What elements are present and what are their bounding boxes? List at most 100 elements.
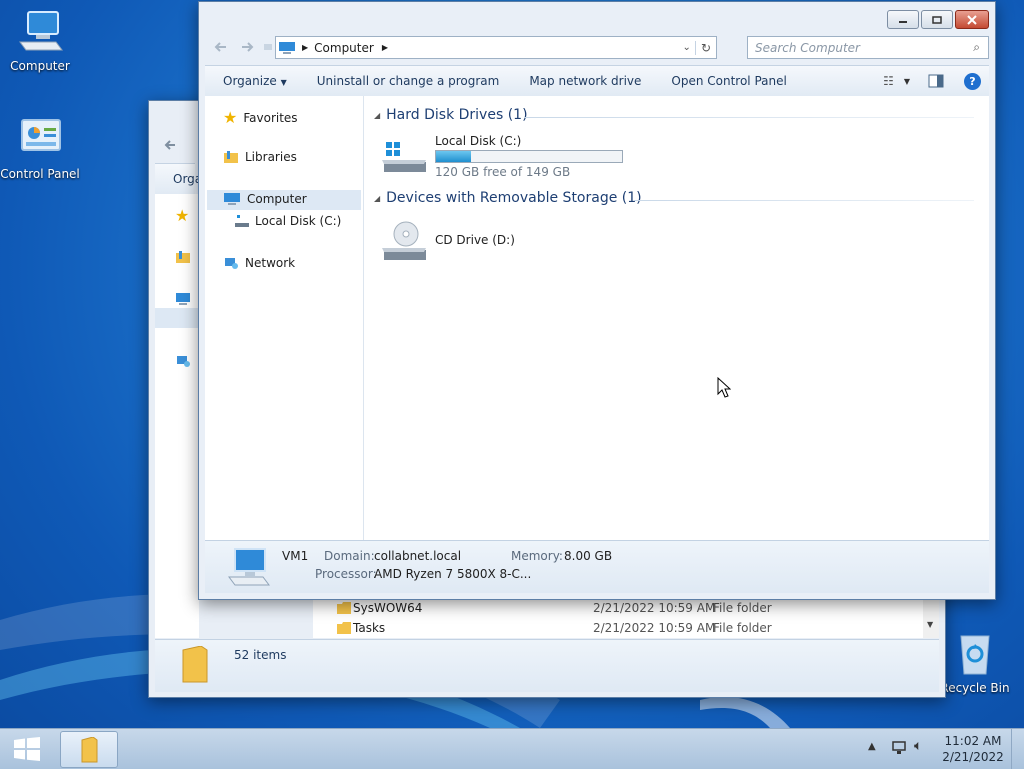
favorites-star-icon[interactable]: ★: [175, 206, 189, 225]
nav-item-network[interactable]: Network: [223, 256, 295, 270]
clock[interactable]: 11:02 AM 2/21/2022: [938, 733, 1008, 765]
group-header-hard-disks[interactable]: ◢ Hard Disk Drives (1): [374, 107, 528, 123]
collapse-triangle-icon[interactable]: ◢: [374, 111, 380, 120]
back-arrow-icon[interactable]: [163, 137, 179, 153]
local-disk-icon: [235, 215, 249, 227]
desktop-icon-label: Recycle Bin: [940, 681, 1010, 695]
group-title: Devices with Removable Storage (1): [386, 190, 642, 206]
show-desktop-button[interactable]: [1011, 729, 1024, 769]
drive-usage-bar: [435, 150, 623, 163]
favorites-star-icon: ★: [223, 108, 238, 127]
nav-item-libraries[interactable]: Libraries: [223, 150, 297, 164]
view-options-chevron-icon[interactable]: ▼: [904, 77, 910, 86]
help-icon[interactable]: ?: [964, 72, 981, 90]
collapse-triangle-icon[interactable]: ◢: [374, 194, 380, 203]
change-view-icon[interactable]: ☷: [883, 74, 894, 88]
recent-pages-icon[interactable]: [263, 40, 273, 54]
hard-drive-icon: [382, 142, 426, 172]
group-divider: [524, 117, 974, 118]
file-date: 2/21/2022 10:59 AM: [593, 601, 716, 615]
vertical-scrollbar[interactable]: ▼: [923, 598, 939, 638]
recycle-bin-icon: [960, 635, 990, 675]
memory-label: Memory:: [511, 549, 563, 563]
taskbar-explorer-button[interactable]: [60, 731, 118, 768]
computer-explorer-window[interactable]: ▶ Computer ▶ ⌄ ↻ Search Computer ⌕ Organ…: [198, 1, 996, 600]
file-name: SysWOW64: [353, 601, 423, 615]
processor-label: Processor:: [315, 567, 377, 581]
open-control-panel-button[interactable]: Open Control Panel: [656, 74, 801, 88]
nav-item-computer-content: Computer: [223, 192, 307, 206]
search-input[interactable]: Search Computer ⌕: [747, 36, 989, 59]
nav-label: Local Disk (C:): [255, 214, 342, 228]
start-button[interactable]: [6, 734, 48, 764]
folder-icon: [337, 602, 351, 614]
clock-date: 2/21/2022: [942, 750, 1004, 764]
table-row[interactable]: Tasks 2/21/2022 10:59 AM File folder: [313, 618, 923, 638]
network-tray-icon[interactable]: [892, 741, 908, 755]
desktop-icon-label: Computer: [10, 59, 70, 73]
libraries-icon: [224, 151, 238, 163]
memory-value: 8.00 GB: [564, 549, 613, 563]
breadcrumb-arrow-icon[interactable]: ▶: [302, 43, 308, 52]
nav-item-favorites[interactable]: ★ Favorites: [223, 108, 298, 127]
minimize-icon: [899, 20, 907, 23]
drive-item-c[interactable]: Local Disk (C:) 120 GB free of 149 GB: [382, 132, 632, 179]
computer-icon: [224, 193, 240, 205]
map-network-drive-button[interactable]: Map network drive: [514, 74, 656, 88]
nav-label: Favorites: [243, 110, 298, 125]
file-type: File folder: [713, 601, 772, 615]
breadcrumb[interactable]: Computer: [314, 41, 374, 55]
uninstall-program-button[interactable]: Uninstall or change a program: [302, 74, 515, 88]
file-type: File folder: [713, 621, 772, 635]
navigation-pane: ★ Favorites Libraries Computer Local Dis…: [205, 96, 364, 540]
domain-label: Domain:: [324, 549, 375, 563]
network-icon[interactable]: [175, 354, 191, 368]
address-bar[interactable]: ▶ Computer ▶ ⌄ ↻: [275, 36, 717, 59]
folder-icon: [81, 736, 98, 762]
volume-icon[interactable]: 🔈︎: [914, 738, 922, 754]
nav-item-computer[interactable]: Computer: [207, 190, 361, 210]
windows-logo-icon: [14, 737, 40, 761]
table-row[interactable]: SysWOW64 2/21/2022 10:59 AM File folder: [313, 598, 923, 618]
group-header-removable[interactable]: ◢ Devices with Removable Storage (1): [374, 190, 642, 206]
computer-icon[interactable]: [175, 292, 191, 306]
refresh-icon[interactable]: ↻: [694, 40, 716, 55]
drive-usage-fill: [436, 151, 472, 162]
back-arrow-icon[interactable]: [213, 40, 229, 54]
nav-label: Network: [245, 256, 296, 270]
window-controls: [887, 10, 989, 29]
back-window-statusbar: 52 items: [155, 639, 939, 692]
drive-free-space: 120 GB free of 149 GB: [435, 165, 571, 179]
organize-button[interactable]: Organize ▼: [205, 74, 302, 88]
search-icon[interactable]: ⌕: [973, 40, 980, 55]
forward-arrow-icon[interactable]: [239, 40, 255, 54]
scroll-down-arrow-icon[interactable]: ▼: [927, 620, 933, 629]
drive-item-d[interactable]: CD Drive (D:): [382, 218, 632, 264]
details-pane: VM1 Domain: collabnet.local Memory: 8.00…: [205, 540, 989, 593]
address-dropdown-icon[interactable]: ⌄: [683, 42, 691, 53]
drive-name: CD Drive (D:): [435, 233, 515, 247]
nav-label: Libraries: [245, 150, 297, 164]
local-disk-nav-selected[interactable]: [155, 308, 199, 328]
computer-icon: [19, 11, 63, 51]
clock-time: 11:02 AM: [944, 734, 1002, 748]
preview-pane-icon[interactable]: [928, 74, 944, 88]
close-button[interactable]: [955, 10, 989, 29]
mouse-cursor-icon: [717, 377, 731, 398]
libraries-icon[interactable]: [175, 250, 191, 264]
file-date: 2/21/2022 10:59 AM: [593, 621, 716, 635]
desktop-icon-control-panel[interactable]: Control Panel: [0, 118, 80, 181]
minimize-button[interactable]: [887, 10, 919, 29]
desktop-icon-recycle-bin[interactable]: Recycle Bin: [935, 632, 1015, 695]
folder-icon: [337, 622, 351, 634]
desktop-icon-label: Control Panel: [0, 167, 80, 181]
breadcrumb-arrow-icon[interactable]: ▶: [382, 43, 388, 52]
maximize-button[interactable]: [921, 10, 953, 29]
file-name: Tasks: [353, 621, 386, 635]
show-hidden-icons-icon[interactable]: ▲: [868, 741, 876, 752]
nav-item-local-disk[interactable]: Local Disk (C:): [235, 214, 341, 228]
close-icon: [967, 14, 977, 25]
desktop-icon-computer[interactable]: Computer: [0, 10, 80, 73]
drive-name: Local Disk (C:): [435, 134, 522, 148]
processor-value: AMD Ryzen 7 5800X 8-C...: [374, 567, 532, 581]
